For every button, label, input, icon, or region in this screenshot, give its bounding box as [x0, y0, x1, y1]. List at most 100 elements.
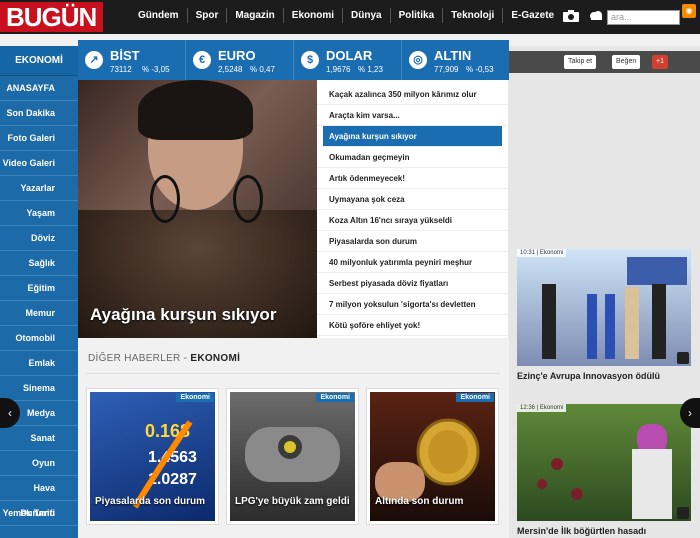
sidebar-item[interactable]: Otomobil	[0, 326, 78, 351]
sidebar-item[interactable]: ANASAYFA	[0, 76, 78, 101]
news-card[interactable]: Ekonomi LPG'ye büyük zam geldi	[226, 388, 359, 525]
cloud-icon[interactable]	[589, 10, 603, 21]
model-hair	[138, 80, 253, 140]
gplus-button[interactable]: +1	[652, 55, 668, 69]
ticker-name: DOLAR	[326, 48, 373, 63]
section-heading: DİĞER HABERLER - EKONOMİ	[88, 353, 240, 364]
headline-item[interactable]: Koza Altın 16'ncı sıraya yükseldi	[317, 210, 508, 231]
headline-item-active[interactable]: Ayağına kurşun sıkıyor	[323, 126, 502, 147]
ticker-change: % -0,53	[466, 65, 494, 74]
nav-item[interactable]: Teknoloji	[443, 8, 504, 23]
card-caption: Altında son durum	[375, 496, 464, 507]
camera-icon[interactable]	[563, 10, 579, 22]
card-caption: Piyasalarda son durum	[95, 496, 206, 507]
facebook-like-button[interactable]: Beğen	[612, 55, 641, 69]
sidebar-item[interactable]: Emlak	[0, 351, 78, 376]
ticker-item[interactable]: € EURO 2,5248 % 0,47	[186, 40, 294, 80]
card-badge: Ekonomi	[316, 393, 354, 402]
ticker-change: % 0,47	[250, 65, 275, 74]
news-card[interactable]: Ekonomi Altında son durum	[366, 388, 499, 525]
ticker-value: 2,5248	[218, 65, 243, 74]
sidebar-title: EKONOMİ	[0, 46, 78, 76]
card-caption: LPG'ye büyük zam geldi	[235, 496, 350, 507]
top-nav: Gündem Spor Magazin Ekonomi Dünya Politi…	[130, 8, 562, 23]
card-badge: Ekonomi	[456, 393, 494, 402]
headline-item[interactable]: Serbest piyasada döviz fiyatları	[317, 273, 508, 294]
right-news-image[interactable]: 10:31 | Ekonomi	[517, 249, 691, 366]
nav-item[interactable]: Spor	[188, 8, 228, 23]
sidebar-item[interactable]: Sağlık	[0, 251, 78, 276]
sidebar-item[interactable]: Video Galeri	[0, 151, 78, 176]
headline-item[interactable]: Kaçak azalınca 350 milyon kârımız olur	[317, 84, 508, 105]
headline-item[interactable]: Uymayana şok ceza	[317, 189, 508, 210]
sidebar-item[interactable]: Hava Durumu	[0, 476, 78, 518]
sidebar-item[interactable]: Yazarlar	[0, 176, 78, 201]
headline-item[interactable]: Okumadan geçmeyin	[317, 147, 508, 168]
ticker-item[interactable]: $ DOLAR 1,9676 % 1,23	[294, 40, 402, 80]
headline-list: Kaçak azalınca 350 milyon kârımız olur A…	[317, 80, 508, 338]
headline-item[interactable]: Piyasalarda son durum	[317, 231, 508, 252]
right-blank	[509, 73, 700, 249]
nav-item[interactable]: Ekonomi	[284, 8, 344, 23]
ticker-name: BİST	[110, 48, 140, 63]
headline-item[interactable]: Kötü şoföre ehliyet yok!	[317, 315, 508, 336]
gold-icon: ◎	[409, 51, 427, 69]
ticker-item[interactable]: ↗ BİST 73112 % -3,05	[78, 40, 186, 80]
headline-item[interactable]: 7 milyon yoksulun 'sigorta'sı devletten	[317, 294, 508, 315]
harvest-photo	[537, 424, 672, 519]
right-news-image[interactable]: 12:36 | Ekonomi	[517, 404, 691, 521]
main-story-title[interactable]: Ayağına kurşun sıkıyor	[90, 305, 276, 325]
sidebar-item[interactable]: Oyun	[0, 451, 78, 476]
headline-item[interactable]: Artık ödenmeyecek!	[317, 168, 508, 189]
earring-right	[233, 175, 263, 223]
ticker-value: 77,909	[434, 65, 459, 74]
sidebar-item[interactable]: Eğitim	[0, 276, 78, 301]
news-timestamp: 12:36 | Ekonomi	[517, 404, 567, 412]
earring-left	[150, 175, 180, 223]
ticker-item[interactable]: ◎ ALTIN 77,909 % -0,53	[402, 40, 509, 80]
main-story-image[interactable]	[78, 80, 317, 338]
news-card[interactable]: 0.168 1.4563 1.0287 Ekonomi Piyasalarda so…	[86, 388, 219, 525]
sidebar-item[interactable]: Sinema	[0, 376, 78, 401]
card-badge: Ekonomi	[176, 393, 214, 402]
nav-item[interactable]: Dünya	[343, 8, 391, 23]
nav-item[interactable]: Politika	[391, 8, 444, 23]
award-photo	[542, 257, 687, 359]
divider	[86, 373, 500, 374]
sidebar-item[interactable]: Döviz	[0, 226, 78, 251]
nav-item[interactable]: Magazin	[227, 8, 284, 23]
sidebar: EKONOMİ ANASAYFA Son Dakika Foto Galeri …	[0, 46, 78, 538]
section-prefix: DİĞER HABERLER -	[88, 353, 191, 364]
expand-icon[interactable]	[677, 352, 689, 364]
sidebar-item[interactable]: Yemek Tarifi	[0, 501, 78, 526]
right-news-caption[interactable]: Ezinç'e Avrupa Innovasyon ödülü	[517, 371, 660, 381]
social-toolbar: Takip et Beğen +1	[509, 51, 700, 73]
right-news-caption[interactable]: Mersin'de İlk böğürtlen hasadı	[517, 526, 646, 536]
twitter-follow-button[interactable]: Takip et	[564, 55, 597, 69]
sidebar-item[interactable]: Memur	[0, 301, 78, 326]
euro-icon: €	[193, 51, 211, 69]
nav-item[interactable]: E-Gazete	[503, 8, 562, 23]
expand-icon[interactable]	[677, 507, 689, 519]
market-ticker: ↗ BİST 73112 % -3,05 € EURO 2,5248 % 0,4…	[78, 40, 509, 80]
search-input[interactable]: ara...	[607, 10, 680, 25]
ticker-name: ALTIN	[434, 48, 472, 63]
section-name[interactable]: EKONOMİ	[190, 353, 240, 364]
headline-item[interactable]: 40 milyonluk yatırımla peyniri meşhur	[317, 252, 508, 273]
site-logo[interactable]: BUGÜN	[0, 2, 103, 32]
sidebar-item[interactable]: Sanat	[0, 426, 78, 451]
ticker-change: % -3,05	[142, 65, 170, 74]
ticker-name: EURO	[218, 48, 256, 63]
chart-icon: ↗	[85, 51, 103, 69]
sidebar-item[interactable]: Yaşam	[0, 201, 78, 226]
nav-item[interactable]: Gündem	[130, 8, 188, 23]
rss-icon[interactable]: ◉	[682, 4, 696, 18]
ticker-change: % 1,23	[358, 65, 383, 74]
headline-item[interactable]: Araçta kim varsa...	[317, 105, 508, 126]
sidebar-item[interactable]: Son Dakika	[0, 101, 78, 126]
top-bar: BUGÜN Gündem Spor Magazin Ekonomi Dünya …	[0, 0, 700, 34]
ticker-value: 1,9676	[326, 65, 351, 74]
news-timestamp: 10:31 | Ekonomi	[517, 249, 567, 257]
dollar-icon: $	[301, 51, 319, 69]
sidebar-item[interactable]: Foto Galeri	[0, 126, 78, 151]
